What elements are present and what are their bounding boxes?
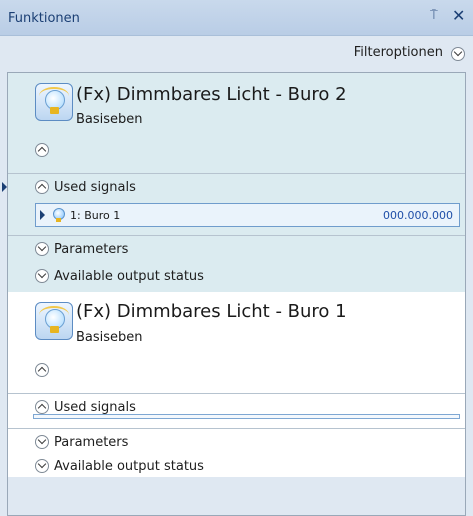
signal-row[interactable]: 1: Buro 1 000.000.000 bbox=[35, 203, 460, 227]
output-status-label: Available output status bbox=[54, 459, 204, 474]
parameters-label: Parameters bbox=[54, 242, 129, 257]
signal-address: 000.000.000 bbox=[383, 209, 453, 222]
chevron-up-icon[interactable] bbox=[35, 180, 49, 194]
output-status-label: Available output status bbox=[54, 269, 204, 284]
signal-name: 1: Buro 1 bbox=[70, 209, 121, 222]
output-status-header[interactable]: Available output status bbox=[8, 263, 465, 289]
current-row-marker bbox=[2, 182, 7, 192]
used-signals-label: Used signals bbox=[54, 400, 136, 415]
function-item-selected[interactable]: (Fx) Dimmbares Licht - Buro 2 Basiseben … bbox=[2, 73, 465, 292]
function-title: (Fx) Dimmbares Licht - Buro 2 bbox=[76, 84, 347, 105]
chevron-up-icon[interactable] bbox=[35, 363, 49, 377]
panel-title: Funktionen bbox=[8, 11, 80, 26]
expand-arrow-icon[interactable] bbox=[40, 210, 45, 220]
parameters-header[interactable]: Parameters bbox=[8, 235, 465, 261]
chevron-down-icon[interactable] bbox=[451, 47, 465, 61]
panel-title-bar: Funktionen ⍑ ✕ bbox=[0, 0, 473, 36]
used-signals-label: Used signals bbox=[54, 180, 136, 195]
function-subtitle: Basiseben bbox=[76, 112, 143, 127]
parameters-label: Parameters bbox=[54, 435, 129, 450]
chevron-down-icon[interactable] bbox=[35, 269, 49, 283]
close-icon[interactable]: ✕ bbox=[452, 6, 465, 25]
filter-bar: Filteroptionen bbox=[0, 36, 473, 66]
functions-list: (Fx) Dimmbares Licht - Buro 2 Basiseben … bbox=[2, 72, 466, 516]
output-status-header[interactable]: Available output status bbox=[8, 453, 465, 479]
parameters-header[interactable]: Parameters bbox=[8, 428, 465, 454]
pin-icon[interactable]: ⍑ bbox=[430, 8, 438, 23]
chevron-down-icon[interactable] bbox=[35, 435, 49, 449]
light-bulb-icon bbox=[35, 302, 73, 340]
function-item[interactable]: (Fx) Dimmbares Licht - Buro 1 Basiseben … bbox=[8, 292, 465, 477]
chevron-down-icon[interactable] bbox=[35, 242, 49, 256]
filter-options-label[interactable]: Filteroptionen bbox=[354, 45, 443, 60]
empty-signal-list bbox=[33, 414, 460, 419]
chevron-up-icon[interactable] bbox=[35, 400, 49, 414]
light-bulb-icon bbox=[35, 83, 73, 121]
light-bulb-icon bbox=[50, 206, 66, 222]
used-signals-header[interactable]: Used signals bbox=[2, 173, 465, 199]
chevron-down-icon[interactable] bbox=[35, 459, 49, 473]
function-subtitle: Basiseben bbox=[76, 330, 143, 345]
chevron-up-icon[interactable] bbox=[35, 143, 49, 157]
function-title: (Fx) Dimmbares Licht - Buro 1 bbox=[76, 301, 347, 322]
panel-footer bbox=[8, 477, 465, 515]
